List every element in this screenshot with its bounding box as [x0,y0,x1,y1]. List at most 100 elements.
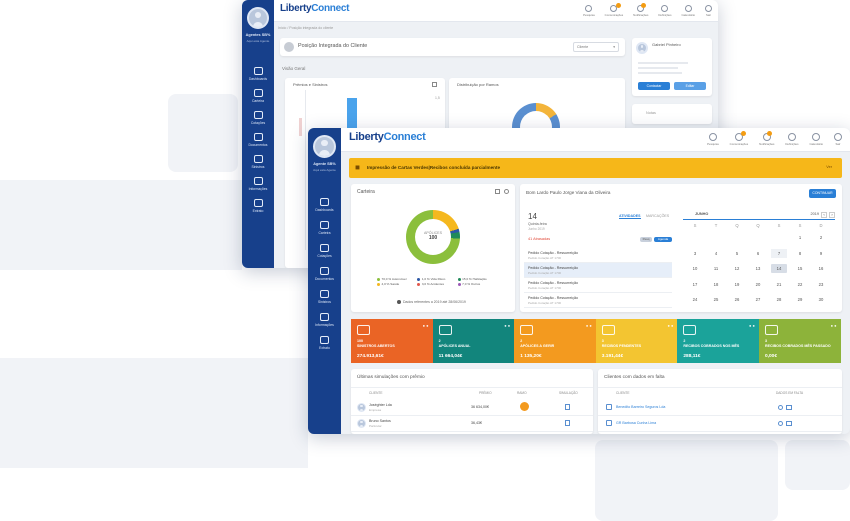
toolbar-button[interactable]: Calendário [809,133,823,146]
nav-item[interactable]: Extrato [308,336,341,350]
calendar-day[interactable]: 6 [750,249,766,258]
toolbar-button[interactable]: Comunicações [605,3,623,17]
expand-icon[interactable] [504,189,509,194]
print-icon[interactable] [495,189,500,194]
calendar-day[interactable]: 18 [708,280,724,289]
calendar-day[interactable]: 30 [813,295,829,304]
toolbar-button[interactable]: Notificações [759,131,774,146]
list-item[interactable]: Pedido Cotação - Ressurreição Pedido Cota… [524,293,672,308]
nav-item[interactable]: Informações [242,177,274,191]
kpi-tile[interactable]: ● ● 2 APÓLICES ANUAL 11 664,04€ [432,319,515,363]
filter-icon[interactable] [432,82,437,87]
calendar-day[interactable]: 13 [750,264,766,273]
calendar-day[interactable]: 17 [687,280,703,289]
calendar-day[interactable]: 29 [792,295,808,304]
calendar-day[interactable]: 8 [792,249,808,258]
calendar-day[interactable]: 23 [813,280,829,289]
table-row[interactable]: GR Barbosa Cunha Lima [598,416,842,432]
toolbar-button[interactable]: Sair [705,5,712,17]
client-name[interactable]: Benedito Barreiro Seguros Lda [616,405,665,409]
calendar-day[interactable]: 11 [708,264,724,273]
calendar-day[interactable]: 9 [813,249,829,258]
calendar-day[interactable]: 24 [687,295,703,304]
table-row[interactable]: Benedito Barreiro Seguros Lda [598,400,842,416]
toolbar-button[interactable]: Definições [785,133,798,146]
nav-item[interactable]: Dashboards [242,67,274,81]
calendar-day[interactable]: 2 [813,233,829,242]
search-chip[interactable]: Pesq [640,237,652,242]
list-item[interactable]: Pedido Cotação - Ressurreição Pedido Cota… [524,263,672,278]
logo[interactable]: LibertyConnect [349,131,426,143]
calendar-day[interactable]: 21 [771,280,787,289]
nav-item[interactable]: Documentos [308,267,341,281]
nav-item[interactable]: Sinistros [308,290,341,304]
calendar-day[interactable]: 4 [708,249,724,258]
toolbar-button[interactable]: Definições [658,5,671,17]
toolbar-button[interactable]: Notificações [633,3,648,17]
document-icon[interactable] [565,420,570,426]
nav-item[interactable]: Sinistros [242,155,274,169]
table-row[interactable]: Joséghter Lda Empresa 36 634,00€ [351,400,593,416]
kpi-tile[interactable]: ● ● 2 RECIBOS COBRADOS NOS MÊS 288,11€ [677,319,759,363]
nav-item[interactable]: Carteira [308,221,341,235]
toolbar-button[interactable]: Pesquisa [707,133,719,146]
mail-icon[interactable] [786,405,792,410]
toolbar-button[interactable]: Sair [834,133,842,146]
edit-button[interactable]: Editar [674,82,706,90]
calendar-day[interactable]: 1 [792,233,808,242]
table-row[interactable]: Bruno Santos Particular 36,43€ [351,416,593,432]
phone-icon[interactable] [778,421,783,426]
calendar-day[interactable]: 19 [729,280,745,289]
more-icon[interactable]: ● ● [831,323,837,328]
calendar-day[interactable]: 10 [687,264,703,273]
toolbar-button[interactable]: Comunicações [730,131,748,146]
nav-item[interactable]: Cotações [242,111,274,125]
document-icon[interactable] [565,404,570,410]
prev-month-icon[interactable]: ‹ [821,212,827,218]
calendar-day[interactable]: 28 [771,295,787,304]
continue-button[interactable]: CONTINUAR [809,189,836,198]
calendar-day[interactable]: 5 [729,249,745,258]
calendar-day[interactable]: 7 [771,248,787,258]
nav-item[interactable]: Documentos [242,133,274,147]
calendar-day[interactable]: 25 [708,295,724,304]
calendar-day[interactable]: 15 [792,264,808,273]
kpi-tile[interactable]: ● ● 3 RECIBOS PENDENTES 3.191,44€ [595,319,678,363]
toolbar-button[interactable]: Pesquisa [583,5,595,17]
more-icon[interactable]: ● ● [423,323,429,328]
contact-button[interactable]: Contactar [638,82,670,90]
nav-item[interactable]: Dashboards [308,198,341,212]
avatar[interactable] [313,135,336,158]
kpi-tile[interactable]: ● ● 2 APÓLICES A GERIR 1 135,20€ [514,319,596,363]
nav-item[interactable]: Extrato [242,199,274,213]
nav-item[interactable]: Informações [308,313,341,327]
tab-activities[interactable]: ATIVIDADES [619,214,641,219]
kpi-tile[interactable]: ● ● 100 SINISTROS ABERTOS 274.913,61€ [351,319,433,363]
list-item[interactable]: Pedido Cotação - Ressurreição Pedido Cota… [524,278,672,293]
calendar-day[interactable]: 22 [792,280,808,289]
nav-item[interactable]: Cotações [308,244,341,258]
more-icon[interactable]: ● ● [504,323,510,328]
calendar-day[interactable]: 3 [687,249,703,258]
phone-icon[interactable] [778,405,783,410]
alert-action[interactable]: Ver [826,165,832,169]
avatar[interactable] [247,7,269,29]
more-icon[interactable]: ● ● [667,323,673,328]
next-month-icon[interactable]: › [829,212,835,218]
toolbar-button[interactable]: Calendário [681,5,695,17]
agenda-chip[interactable]: Agenda [654,237,672,242]
calendar-day[interactable]: 27 [750,295,766,304]
calendar-day[interactable]: 14 [771,264,787,273]
kpi-tile[interactable]: ● ● 3 RECIBOS COBRADOS MÊS PASSADO 0,00€ [759,319,841,363]
tab-appointments[interactable]: MARCAÇÕES [646,214,669,218]
mail-icon[interactable] [786,421,792,426]
calendar-day[interactable]: 16 [813,264,829,273]
more-icon[interactable]: ● ● [586,323,592,328]
calendar-day[interactable]: 20 [750,280,766,289]
client-name[interactable]: GR Barbosa Cunha Lima [616,421,656,425]
list-item[interactable]: Pedido Cotação - Ressurreição Pedido Cota… [524,248,672,263]
more-icon[interactable]: ● ● [749,323,755,328]
calendar-day[interactable]: 12 [729,264,745,273]
breadcrumb[interactable]: Início / Posição integrada do cliente [278,26,333,30]
logo[interactable]: LibertyConnect [280,3,349,14]
